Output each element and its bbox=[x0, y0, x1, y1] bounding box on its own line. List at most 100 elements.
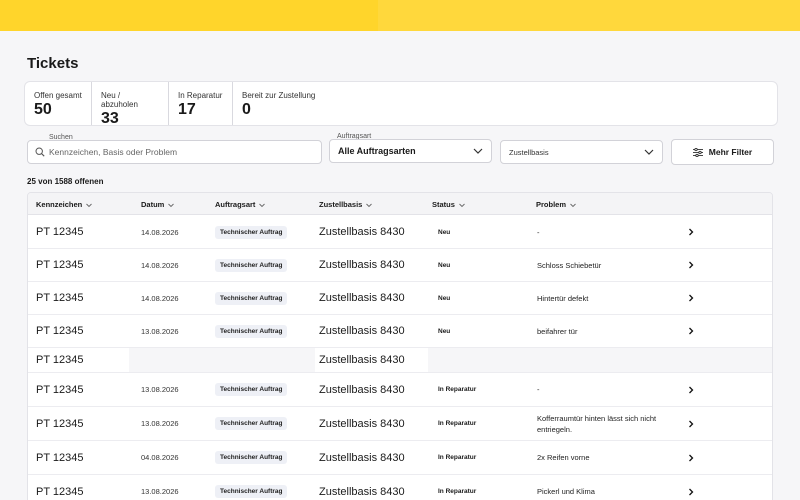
table-row[interactable]: PT 12345 13.08.2026 Technischer Auftrag … bbox=[28, 373, 772, 407]
chevron-right-icon bbox=[689, 386, 694, 393]
col-label: Datum bbox=[141, 200, 165, 209]
chevron-right-icon bbox=[689, 454, 694, 461]
stat-bereit: Bereit zur Zustellung 0 bbox=[233, 82, 353, 125]
auftragsart-value: Alle Auftragsarten bbox=[338, 146, 416, 156]
cell-zustellbasis: Zustellbasis 8430 bbox=[319, 226, 405, 238]
col-problem[interactable]: Problem bbox=[536, 200, 577, 209]
cell-problem: Kofferraumtür hinten lässt sich nicht en… bbox=[537, 413, 657, 434]
search-input[interactable] bbox=[49, 147, 299, 157]
cell-kennzeichen: PT 12345 bbox=[36, 259, 84, 271]
table-row[interactable]: PT 12345 13.08.2026 Technischer Auftrag … bbox=[28, 475, 772, 500]
col-label: Zustellbasis bbox=[319, 200, 363, 209]
table-row[interactable]: PT 12345 14.08.2026 Technischer Auftrag … bbox=[28, 249, 772, 282]
cell-datum: 13.08.2026 bbox=[141, 419, 179, 428]
auftragsart-badge: Technischer Auftrag bbox=[215, 383, 288, 396]
col-status[interactable]: Status bbox=[432, 200, 466, 209]
chevron-right-icon bbox=[689, 294, 694, 302]
search-icon bbox=[35, 147, 45, 157]
cell-status: In Reparatur bbox=[438, 454, 477, 461]
col-label: Auftragsart bbox=[215, 200, 256, 209]
search-box[interactable] bbox=[27, 140, 322, 164]
cell-zustellbasis: Zustellbasis 8430 bbox=[319, 451, 405, 464]
row-open-button[interactable] bbox=[688, 249, 694, 281]
table-row[interactable]: PT 12345 14.08.2026 Technischer Auftrag … bbox=[28, 282, 772, 315]
row-open-button[interactable] bbox=[688, 315, 694, 347]
cell-problem: beifahrer tür bbox=[537, 326, 578, 336]
cell-problem: Hintertür defekt bbox=[537, 293, 589, 303]
cell-kennzeichen: PT 12345 bbox=[36, 226, 84, 238]
chevron-right-icon bbox=[689, 488, 694, 495]
col-zustellbasis[interactable]: Zustellbasis bbox=[319, 200, 373, 209]
stat-label: Offen gesamt bbox=[34, 91, 82, 100]
col-kennzeichen[interactable]: Kennzeichen bbox=[36, 200, 93, 209]
cell-datum: 13.08.2026 bbox=[141, 326, 179, 336]
cell-zustellbasis: Zustellbasis 8430 bbox=[319, 259, 405, 271]
top-bar-left bbox=[0, 0, 378, 31]
cell-zustellbasis: Zustellbasis 8430 bbox=[319, 325, 405, 337]
row-open-button[interactable] bbox=[688, 441, 694, 474]
chevron-down-icon bbox=[366, 203, 373, 207]
table-row-loading: PT 12345 Zustellbasis 8430 bbox=[28, 348, 772, 373]
chevron-down-icon bbox=[644, 149, 654, 155]
table-header: Kennzeichen Datum Auftragsart Zustellbas… bbox=[28, 193, 772, 215]
cell-zustellbasis: Zustellbasis 8430 bbox=[319, 417, 405, 430]
stat-label: Neu / abzuholen bbox=[101, 91, 138, 109]
stat-neu: Neu / abzuholen 33 bbox=[92, 82, 169, 127]
table-row[interactable]: PT 12345 14.08.2026 Technischer Auftrag … bbox=[28, 216, 772, 249]
stat-label: In Reparatur bbox=[178, 91, 223, 100]
col-auftragsart[interactable]: Auftragsart bbox=[215, 200, 266, 209]
table-row[interactable]: PT 12345 13.08.2026 Technischer Auftrag … bbox=[28, 407, 772, 441]
cell-status: In Reparatur bbox=[438, 386, 477, 393]
cell-zustellbasis: Zustellbasis 8430 bbox=[319, 354, 405, 366]
stat-value: 0 bbox=[242, 101, 251, 118]
more-filters-label: Mehr Filter bbox=[708, 147, 753, 157]
table-row[interactable]: PT 12345 13.08.2026 Technischer Auftrag … bbox=[28, 315, 772, 348]
row-open-button[interactable] bbox=[688, 216, 694, 248]
table-row[interactable]: PT 12345 04.08.2026 Technischer Auftrag … bbox=[28, 441, 772, 475]
cell-status: Neu bbox=[438, 228, 451, 236]
cell-status: Neu bbox=[438, 294, 451, 302]
chevron-down-icon bbox=[86, 203, 93, 207]
stat-value: 33 bbox=[101, 110, 119, 127]
auftragsart-badge: Technischer Auftrag bbox=[215, 291, 288, 305]
stat-value: 17 bbox=[178, 101, 196, 118]
zustellbasis-select[interactable]: Zustellbasis bbox=[500, 140, 663, 164]
result-count: 25 von 1588 offenen bbox=[27, 177, 104, 186]
auftragsart-badge: Technischer Auftrag bbox=[215, 324, 288, 338]
cell-zustellbasis: Zustellbasis 8430 bbox=[319, 485, 405, 498]
cell-zustellbasis: Zustellbasis 8430 bbox=[319, 292, 405, 304]
cell-kennzeichen: PT 12345 bbox=[36, 383, 84, 396]
cell-auftragsart: Technischer Auftrag bbox=[215, 249, 288, 281]
row-open-button[interactable] bbox=[688, 373, 694, 406]
col-label: Kennzeichen bbox=[36, 200, 83, 209]
cell-kennzeichen: PT 12345 bbox=[36, 417, 84, 430]
chevron-down-icon bbox=[168, 203, 175, 207]
chevron-right-icon bbox=[689, 228, 694, 236]
cell-kennzeichen: PT 12345 bbox=[36, 292, 84, 304]
chevron-down-icon bbox=[473, 148, 483, 154]
cell-datum: 13.08.2026 bbox=[141, 487, 179, 496]
cell-kennzeichen: PT 12345 bbox=[36, 451, 84, 464]
cell-status: Neu bbox=[438, 261, 451, 269]
row-open-button[interactable] bbox=[688, 475, 694, 500]
row-open-button[interactable] bbox=[688, 407, 694, 440]
cell-datum: 14.08.2026 bbox=[141, 293, 179, 303]
chevron-right-icon bbox=[689, 327, 694, 335]
cell-auftragsart: Technischer Auftrag bbox=[215, 216, 288, 248]
col-datum[interactable]: Datum bbox=[141, 200, 175, 209]
chevron-right-icon bbox=[689, 420, 694, 427]
cell-datum: 13.08.2026 bbox=[141, 385, 179, 394]
auftragsart-select[interactable]: Alle Auftragsarten bbox=[329, 139, 492, 163]
stat-value: 50 bbox=[34, 101, 52, 118]
cell-datum: 14.08.2026 bbox=[141, 260, 179, 270]
sliders-icon bbox=[692, 147, 703, 157]
col-label: Problem bbox=[536, 200, 567, 209]
col-label: Status bbox=[432, 200, 455, 209]
auftragsart-badge: Technischer Auftrag bbox=[215, 225, 288, 239]
auftragsart-badge: Technischer Auftrag bbox=[215, 258, 288, 272]
more-filters-button[interactable]: Mehr Filter bbox=[671, 139, 774, 165]
zustellbasis-value: Zustellbasis bbox=[509, 147, 549, 157]
cell-status: Neu bbox=[438, 327, 451, 335]
row-open-button[interactable] bbox=[688, 282, 694, 314]
auftragsart-badge: Technischer Auftrag bbox=[215, 485, 288, 498]
